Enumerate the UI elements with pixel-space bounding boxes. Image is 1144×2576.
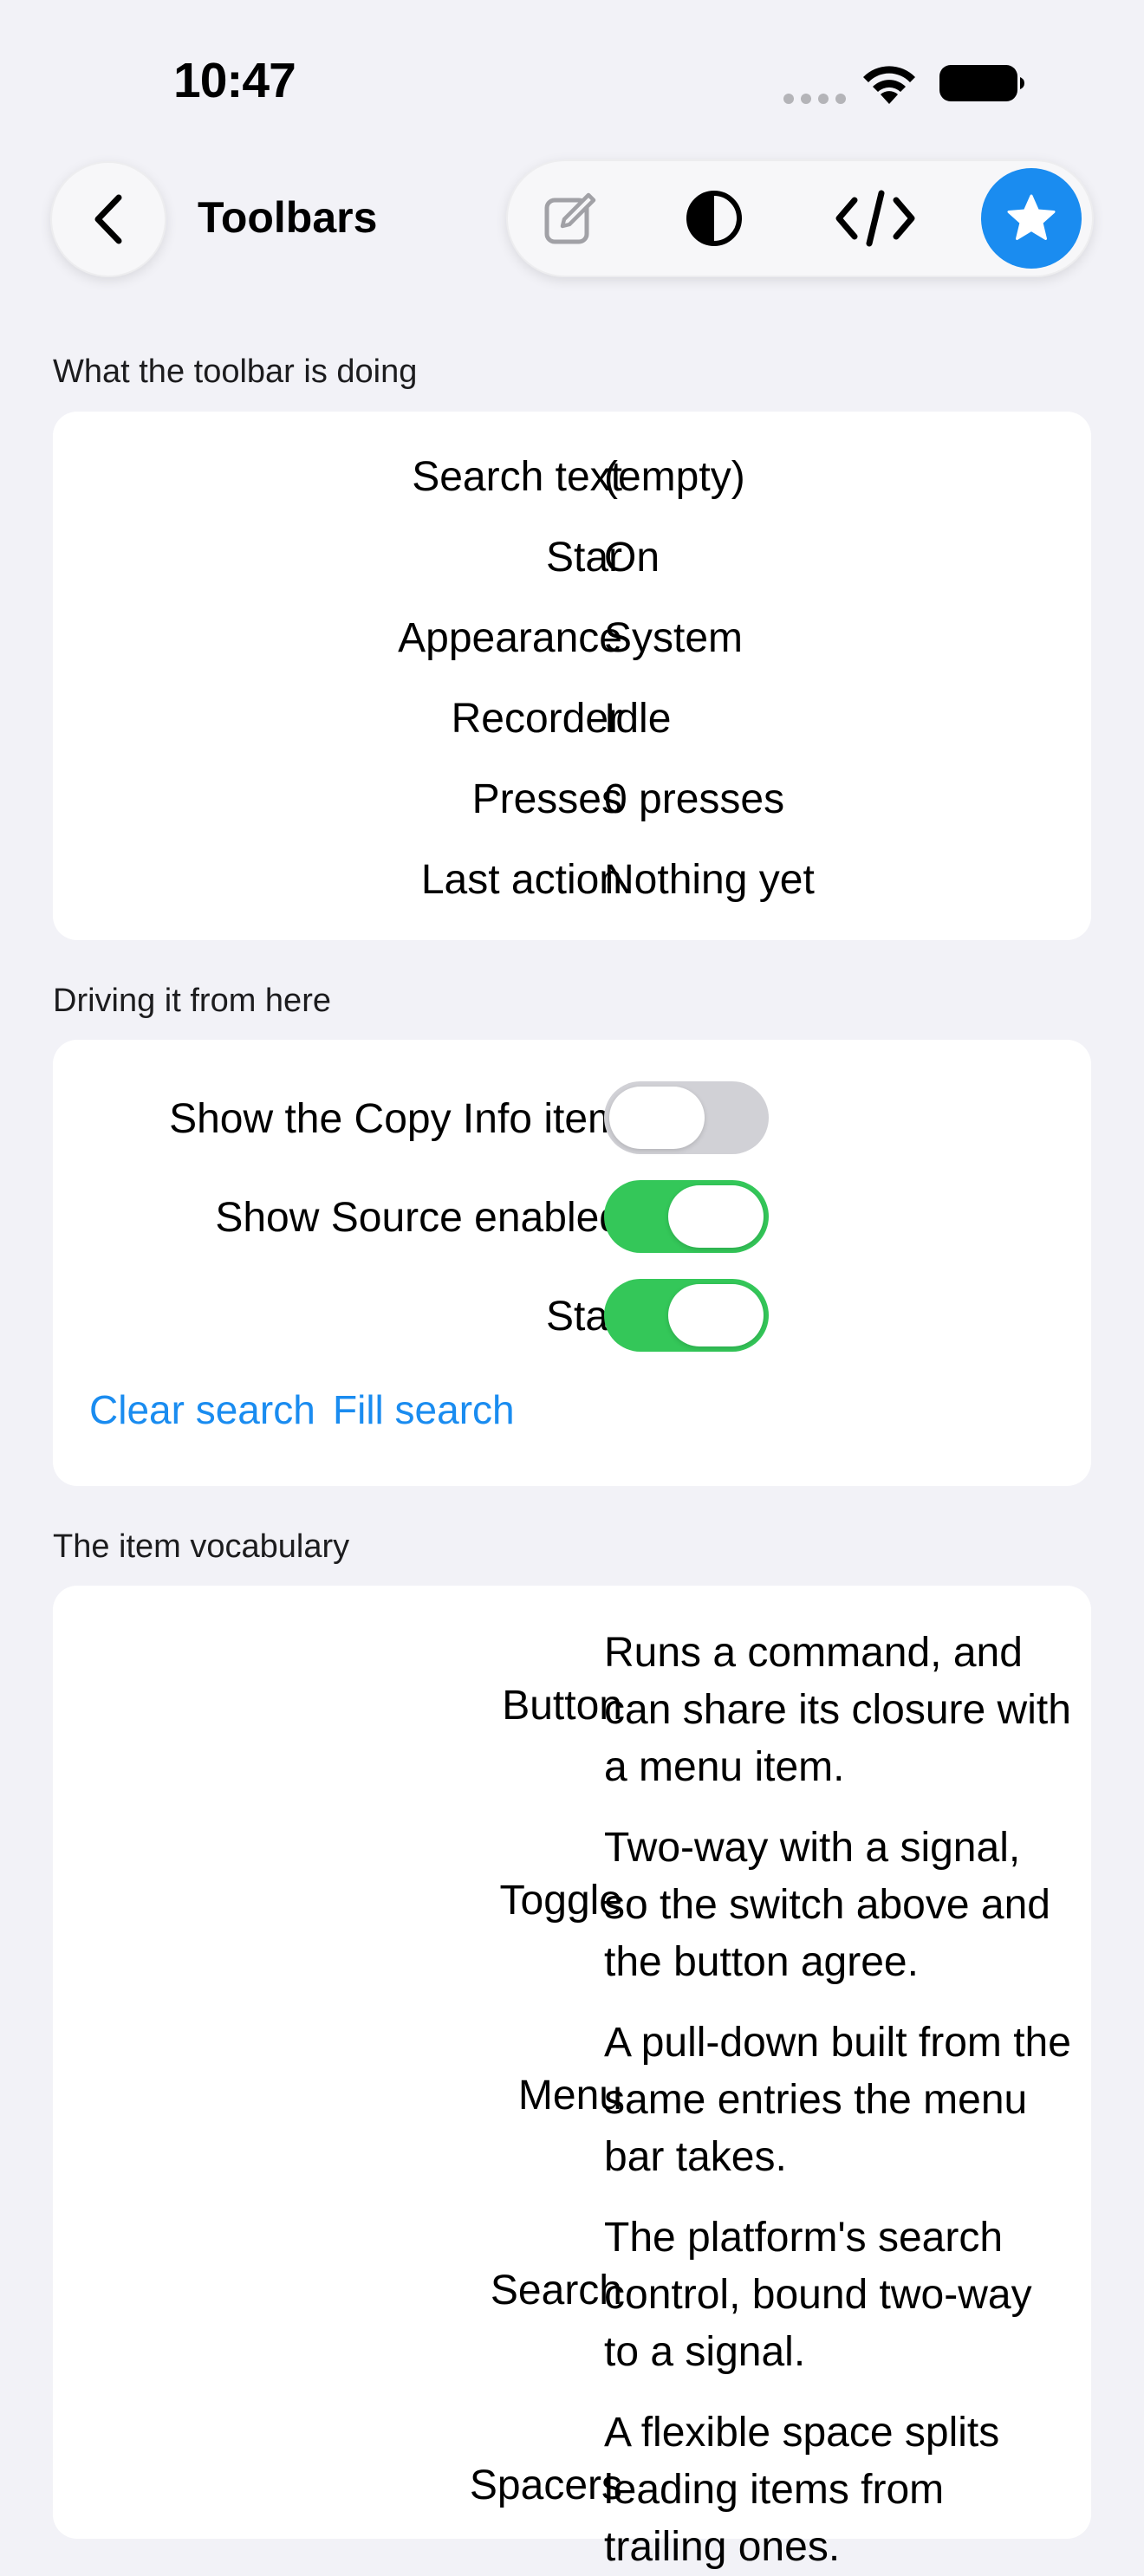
status-key: Presses (471, 776, 622, 822)
switch-knob (668, 1185, 764, 1248)
status-row-last-action: Last action Nothing yet (53, 839, 1091, 918)
switch-knob (668, 1284, 764, 1346)
vocab-term: Spacers (469, 2462, 622, 2508)
status-value: (empty) (604, 454, 745, 500)
status-key: Recorder (451, 696, 622, 742)
edit-button[interactable] (527, 175, 614, 262)
code-icon (835, 190, 915, 247)
section-header-vocabulary: The item vocabulary (53, 1528, 350, 1565)
page-title: Toolbars (198, 193, 378, 242)
controls-card: Show the Copy Info item Show Source enab… (53, 1040, 1091, 1486)
vocab-description: Runs a command, and can share its closur… (604, 1630, 1071, 1790)
contrast-icon (686, 191, 742, 246)
fill-search-button[interactable]: Fill search (333, 1386, 515, 1433)
status-value: Nothing yet (604, 857, 815, 903)
show-source-button[interactable] (832, 175, 919, 262)
toggle-label: Show Source enabled (215, 1195, 622, 1241)
section-header-controls: Driving it from here (53, 983, 331, 1019)
cellular-signal-icon (783, 94, 846, 104)
vocab-description: The platform's search control, bound two… (604, 2215, 1032, 2375)
clear-search-button[interactable]: Clear search (89, 1386, 315, 1433)
appearance-button[interactable] (671, 175, 757, 262)
status-key: Last action (420, 857, 622, 903)
wifi-icon (863, 66, 915, 104)
vocab-description: A pull-down built from the same entries … (604, 2020, 1071, 2180)
status-key: Search text (412, 454, 622, 500)
status-value: Idle (604, 696, 672, 742)
edit-icon (544, 192, 596, 244)
status-row-appearance: Appearance System (53, 597, 1091, 677)
back-button[interactable] (50, 161, 166, 277)
vocabulary-card: Button Runs a command, and can share its… (53, 1586, 1091, 2570)
vocab-term: Search (490, 2268, 622, 2313)
battery-icon (939, 65, 1024, 101)
status-key: Appearance (398, 615, 622, 661)
status-row-presses: Presses 0 presses (53, 758, 1091, 838)
star-icon (1007, 194, 1056, 240)
status-row-search-text: Search text (empty) (53, 436, 1091, 516)
vocab-description: A flexible space splits leading items fr… (604, 2410, 1000, 2570)
show-source-switch[interactable] (604, 1180, 769, 1253)
status-row-star: Star On (53, 516, 1091, 596)
status-value: On (604, 535, 660, 581)
status-time: 10:47 (173, 53, 296, 108)
copy-info-switch[interactable] (604, 1081, 769, 1154)
status-card: Search text (empty) Star On Appearance S… (53, 412, 1091, 940)
star-switch[interactable] (604, 1279, 769, 1352)
toggle-row-copy-info: Show the Copy Info item (53, 1073, 1091, 1159)
navigation-bar: Toolbars (0, 156, 1144, 286)
switch-knob (609, 1087, 705, 1149)
toolbar (506, 159, 1094, 277)
toggle-row-show-source: Show Source enabled (53, 1171, 1091, 1258)
star-button[interactable] (981, 168, 1082, 269)
chevron-left-icon (94, 194, 122, 244)
status-row-recorder: Recorder Idle (53, 678, 1091, 757)
toggle-row-star: Star (53, 1270, 1091, 1357)
toggle-label: Show the Copy Info item (169, 1096, 622, 1142)
status-value: 0 presses (604, 776, 785, 822)
status-bar: 10:47 (0, 0, 1144, 165)
vocab-description: Two-way with a signal, so the switch abo… (604, 1825, 1050, 1985)
status-value: System (604, 615, 744, 661)
section-header-status: What the toolbar is doing (53, 354, 418, 390)
